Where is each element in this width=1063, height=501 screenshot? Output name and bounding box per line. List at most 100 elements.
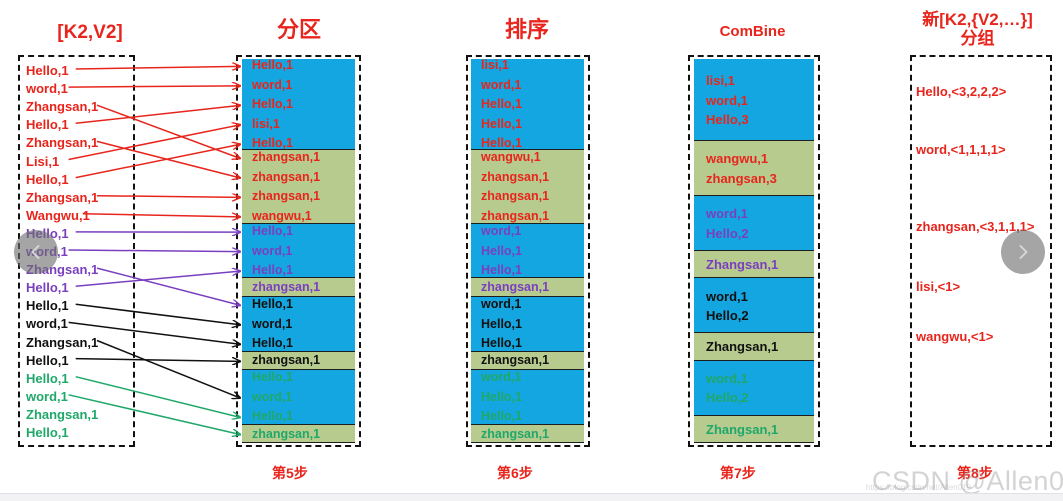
carousel-next-button[interactable]	[1001, 230, 1045, 274]
block-item: zhangsan,1	[252, 428, 320, 441]
group-result-row: wangwu,<1>	[916, 330, 993, 343]
data-block: Hello,1 word,1 Hello,1	[242, 370, 355, 425]
group-result-row: word,<1,1,1,1>	[916, 143, 1006, 156]
data-block: Hello,1 word,1 Hello,1	[242, 297, 355, 352]
data-block: zhangsan,1	[242, 425, 355, 443]
data-block: word,1 Hello,2	[694, 278, 814, 333]
block-item: lisi,1	[481, 59, 509, 72]
block-item: zhangsan,1	[481, 171, 549, 184]
block-item: zhangsan,1	[252, 354, 320, 367]
block-item: word,1	[252, 318, 292, 331]
block-item: Hello,1	[252, 98, 293, 111]
column-title-group-line2: 分组	[895, 29, 1060, 48]
block-item: word,1	[252, 391, 292, 404]
k2v2-row: Zhangsan,1	[26, 408, 98, 421]
step-label-7: 第7步	[720, 463, 756, 483]
data-block: zhangsan,1	[242, 278, 355, 296]
column-title-combine: ComBine	[690, 24, 815, 41]
block-item: word,1	[481, 225, 521, 238]
block-item: zhangsan,3	[706, 172, 777, 185]
data-block: word,1Hello,2	[694, 196, 814, 251]
block-item: lisi,1	[252, 118, 280, 131]
group-result-row: lisi,<1>	[916, 280, 960, 293]
block-item: word,1	[481, 371, 521, 384]
k2v2-row: word,1	[26, 82, 68, 95]
watermark-url: https://blog.csdn.net/Allen019	[866, 483, 971, 492]
data-block: word,1 Hello,2	[694, 361, 814, 416]
column-title-group-line1: 新[K2,{V2,…}]	[895, 10, 1060, 29]
block-item: Hello,1	[481, 318, 522, 331]
data-block: lisi,1word,1Hello,1Hello,1Hello,1	[471, 59, 584, 150]
data-block: wangwu,1 zhangsan,3	[694, 141, 814, 196]
k2v2-row: Hello,1	[26, 354, 69, 367]
block-item: Hello,3	[706, 113, 749, 126]
block-item: wangwu,1	[481, 151, 541, 164]
block-item: zhangsan,1	[481, 428, 549, 441]
step-label-5: 第5步	[272, 463, 308, 483]
k2v2-row: Hello,1	[26, 299, 69, 312]
block-item: Hello,1	[481, 391, 522, 404]
data-block: Zhangsan,1	[694, 251, 814, 278]
data-block: Zhangsan,1	[694, 416, 814, 443]
block-item: wangwu,1	[706, 152, 768, 165]
block-item: word,1	[481, 298, 521, 311]
block-item: Hello,1	[252, 59, 293, 72]
block-item: word,1	[706, 94, 748, 107]
data-block: Hello,1 word,1 Hello,1 lisi,1 Hello,1	[242, 59, 355, 150]
k2v2-row: word,1	[26, 317, 68, 330]
k2v2-row: Hello,1	[26, 173, 69, 186]
block-item: Zhangsan,1	[706, 340, 778, 353]
block-item: word,1	[706, 372, 748, 385]
block-item: Hello,1	[481, 98, 522, 111]
k2v2-row: Hello,1	[26, 64, 69, 77]
carousel-prev-button[interactable]	[14, 230, 58, 274]
block-item: zhangsan,1	[252, 171, 320, 184]
data-block: wangwu,1 zhangsan,1 zhangsan,1 zhangsan,1	[471, 150, 584, 223]
block-item: Zhangsan,1	[706, 423, 778, 436]
block-item: Hello,1	[252, 337, 293, 350]
chevron-left-icon	[26, 242, 46, 262]
column-title-partition: 分区	[240, 18, 358, 43]
k2v2-row: Hello,1	[26, 118, 69, 131]
block-item: Hello,2	[706, 227, 749, 240]
block-item: wangwu,1	[252, 210, 312, 223]
block-item: Hello,1	[481, 137, 522, 150]
block-item: Hello,1	[481, 245, 522, 258]
data-block: zhangsan,1	[242, 352, 355, 370]
block-item: zhangsan,1	[481, 210, 549, 223]
combine-block-column: lisi,1 word,1 Hello,3 wangwu,1 zhangsan,3 wor…	[694, 59, 814, 443]
block-item: Hello,1	[252, 371, 293, 384]
block-item: Hello,1	[481, 410, 522, 423]
block-item: Zhangsan,1	[706, 258, 778, 271]
block-item: zhangsan,1	[252, 190, 320, 203]
block-item: Hello,1	[252, 410, 293, 423]
group-result-row: Hello,<3,2,2,2>	[916, 85, 1006, 98]
block-item: Hello,1	[481, 337, 522, 350]
step-label-6: 第6步	[497, 463, 533, 483]
block-item: Hello,2	[706, 309, 749, 322]
k2v2-row: Zhangsan,1	[26, 336, 98, 349]
k2v2-row: Lisi,1	[26, 155, 59, 168]
block-item: Hello,2	[706, 391, 749, 404]
block-item: zhangsan,1	[481, 190, 549, 203]
data-block: Zhangsan,1	[694, 333, 814, 360]
block-item: Hello,1	[252, 225, 293, 238]
block-item: Hello,1	[252, 137, 293, 150]
data-block: lisi,1 word,1 Hello,3	[694, 59, 814, 141]
block-item: Hello,1	[481, 264, 522, 277]
block-item: Hello,1	[252, 264, 293, 277]
block-item: word,1	[252, 79, 292, 92]
chevron-right-icon	[1013, 242, 1033, 262]
data-block: word,1 Hello,1 Hello,1	[471, 370, 584, 425]
block-item: Hello,1	[252, 298, 293, 311]
data-block: Hello,1 word,1 Hello,1	[242, 224, 355, 279]
block-item: word,1	[706, 290, 748, 303]
block-item: zhangsan,1	[252, 281, 320, 294]
partition-block-column: Hello,1 word,1 Hello,1 lisi,1 Hello,1 zhangsa…	[242, 59, 355, 443]
data-block: zhangsan,1	[471, 425, 584, 443]
block-item: zhangsan,1	[481, 354, 549, 367]
k2v2-row: Zhangsan,1	[26, 191, 98, 204]
block-item: word,1	[252, 245, 292, 258]
block-item: lisi,1	[706, 74, 735, 87]
sort-block-column: lisi,1word,1Hello,1Hello,1Hello,1wangwu,…	[471, 59, 584, 443]
